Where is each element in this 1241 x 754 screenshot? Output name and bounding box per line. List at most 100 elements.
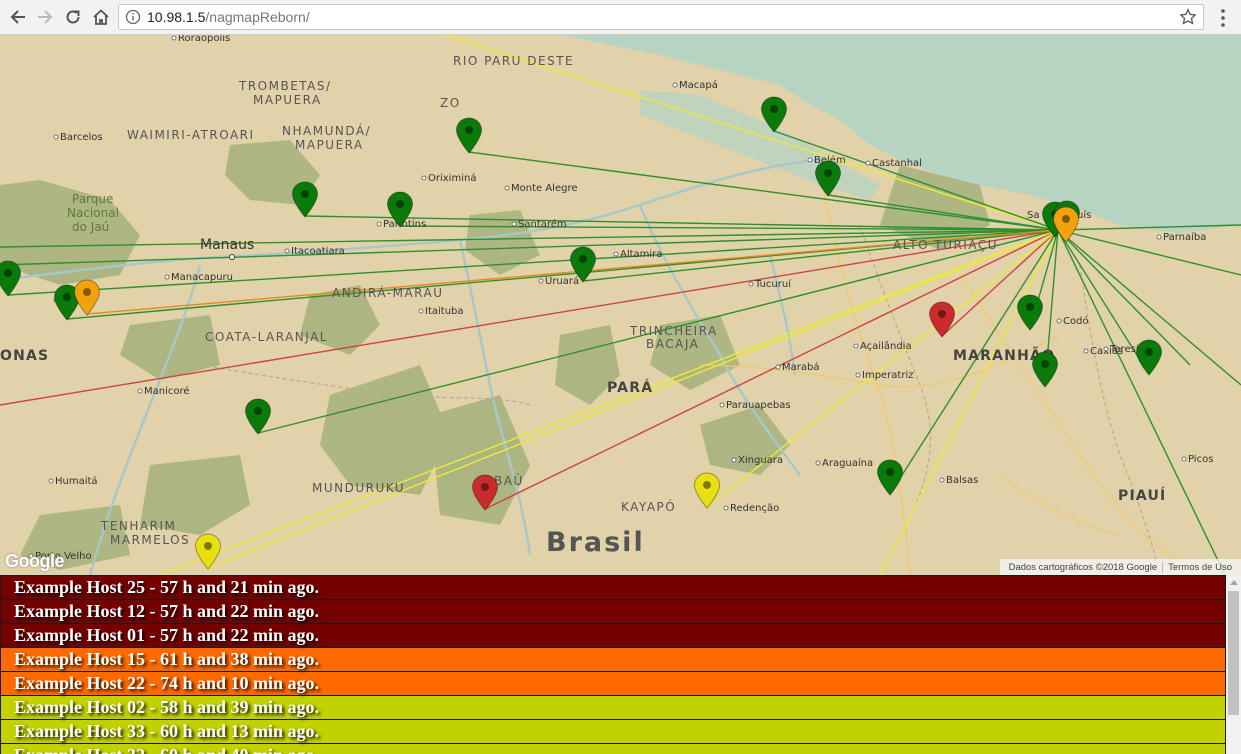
city-dot: [53, 134, 59, 140]
info-icon[interactable]: [125, 9, 141, 25]
map-data-credit: Dados cartográficos ©2018 Google: [1008, 561, 1158, 573]
map-pin-icon[interactable]: [73, 279, 101, 316]
map-pin-icon[interactable]: [455, 117, 483, 154]
browser-toolbar: 10.98.1.5/nagmapReborn/: [0, 0, 1241, 35]
host-status-row[interactable]: Example Host 15 - 61 h and 38 min ago.: [0, 648, 1226, 672]
city-dot: [171, 35, 177, 41]
map-pin-icon[interactable]: [291, 181, 319, 218]
host-status-row[interactable]: Example Host 12 - 57 h and 22 min ago.: [0, 600, 1226, 624]
host-status-row[interactable]: Example Host 01 - 57 h and 22 min ago.: [0, 624, 1226, 648]
scrollbar-thumb[interactable]: [1228, 591, 1239, 715]
list-scrollbar[interactable]: [1226, 575, 1241, 754]
city-label: Itaituba: [425, 306, 464, 317]
city-label: Açailândia: [860, 340, 912, 352]
city-label: Macapá: [679, 79, 718, 91]
city-dot: [376, 221, 382, 227]
city-dot: [1181, 456, 1187, 462]
city-label: Roraópolis: [178, 35, 230, 44]
city-label: Marabá: [782, 361, 819, 373]
region-label: MUNDURUKU: [312, 481, 405, 495]
map-pin-icon[interactable]: [876, 459, 904, 496]
host-status-row[interactable]: Example Host 22 - 74 h and 10 min ago.: [0, 672, 1226, 696]
region-label: ZO: [440, 96, 461, 110]
city-label: Araguaína: [822, 457, 873, 469]
city-dot: [723, 505, 729, 511]
region-label: TENHARIM: [100, 519, 176, 533]
forward-button[interactable]: [33, 5, 57, 29]
reload-button[interactable]: [61, 5, 85, 29]
city-label: Imperatriz: [862, 370, 914, 381]
park-label: Nacional: [67, 206, 119, 220]
host-status-row[interactable]: Example Host 02 - 58 h and 39 min ago.: [0, 696, 1226, 720]
map-credits: Dados cartográficos ©2018 Google Termos …: [999, 559, 1241, 575]
state-label-piaui: PIAUÍ: [1118, 487, 1166, 504]
city-label-manaus: Manaus: [200, 237, 254, 253]
city-label: Xinguara: [738, 455, 783, 466]
forest-patches: [0, 140, 990, 570]
region-label: MAPUERA: [295, 138, 364, 152]
menu-kebab-icon[interactable]: [1213, 7, 1233, 29]
arrow-right-icon: [38, 10, 53, 24]
status-link-line: [879, 229, 1059, 575]
caret-up-icon: [1229, 580, 1238, 585]
city-dot: [1083, 348, 1089, 354]
map-pin-icon[interactable]: [928, 301, 956, 338]
map-pin-icon[interactable]: [194, 533, 222, 570]
city-label: Oriximiná: [428, 172, 476, 184]
city-dot: [853, 343, 859, 349]
map-pin-icon[interactable]: [693, 472, 721, 509]
host-status-row[interactable]: Example Host 32 - 60 h and 40 min ago.: [0, 744, 1226, 754]
terms-link[interactable]: Termos de Uso: [1163, 562, 1237, 573]
region-label: NHAMUNDÁ/: [282, 123, 371, 138]
hub-city-label: Sa: [1027, 210, 1039, 221]
back-button[interactable]: [6, 5, 30, 29]
map-pin-icon[interactable]: [244, 398, 272, 435]
map-pin-icon[interactable]: [814, 160, 842, 197]
city-label: Altamira: [620, 249, 662, 260]
url-text: 10.98.1.5/nagmapReborn/: [147, 9, 310, 25]
map-pin-icon[interactable]: [1016, 294, 1044, 331]
city-dot: [1156, 234, 1162, 240]
map-pin-icon[interactable]: [1135, 339, 1163, 376]
city-label: Codó: [1063, 315, 1089, 327]
home-button[interactable]: [89, 5, 113, 29]
city-dot: [284, 248, 290, 254]
city-dot: [748, 281, 754, 287]
scroll-up-button[interactable]: [1226, 575, 1241, 590]
city-dot: [815, 460, 821, 466]
url-path: /nagmapReborn/: [205, 9, 310, 25]
park-label: do Jaú: [72, 220, 109, 234]
bookmark-star-icon[interactable]: [1179, 8, 1197, 26]
city-dot: [613, 251, 619, 257]
map-canvas[interactable]: RIO PARU DESTE TROMBETAS/ MAPUERA WAIMIR…: [0, 35, 1241, 575]
region-label: KAYAPÓ: [621, 499, 676, 514]
state-label-para: PARÁ: [607, 379, 653, 396]
city-label: Itacoatiara: [291, 246, 345, 257]
map-pin-icon[interactable]: [1031, 351, 1059, 388]
country-label: Brasil: [546, 527, 645, 558]
city-label: Manacapuru: [171, 272, 233, 283]
city-dot: [807, 157, 813, 163]
city-dot: [1056, 318, 1062, 324]
address-bar[interactable]: 10.98.1.5/nagmapReborn/: [118, 4, 1204, 30]
city-dot: [719, 402, 725, 408]
map-pin-icon[interactable]: [0, 260, 22, 297]
city-dot: [672, 82, 678, 88]
host-status-list: Example Host 25 - 57 h and 21 min ago. Ex…: [0, 575, 1226, 754]
city-dot: [137, 388, 143, 394]
city-dot: [865, 160, 871, 166]
city-label: Balsas: [946, 475, 978, 486]
google-logo: Google: [5, 551, 65, 571]
host-status-row[interactable]: Example Host 25 - 57 h and 21 min ago.: [0, 575, 1226, 600]
region-label: ALTO TURIAÇU: [893, 238, 998, 252]
reload-icon: [66, 10, 80, 24]
city-dot: [418, 308, 424, 314]
city-dot: [511, 221, 517, 227]
status-link-line: [159, 229, 1059, 575]
map-graphic: RIO PARU DESTE TROMBETAS/ MAPUERA WAIMIR…: [0, 35, 1241, 575]
region-label: RIO PARU DESTE: [453, 54, 574, 68]
host-status-row[interactable]: Example Host 33 - 60 h and 13 min ago.: [0, 720, 1226, 744]
city-label: Humaitá: [55, 475, 98, 487]
region-label: TROMBETAS/: [238, 79, 332, 93]
city-dot: [538, 278, 544, 284]
